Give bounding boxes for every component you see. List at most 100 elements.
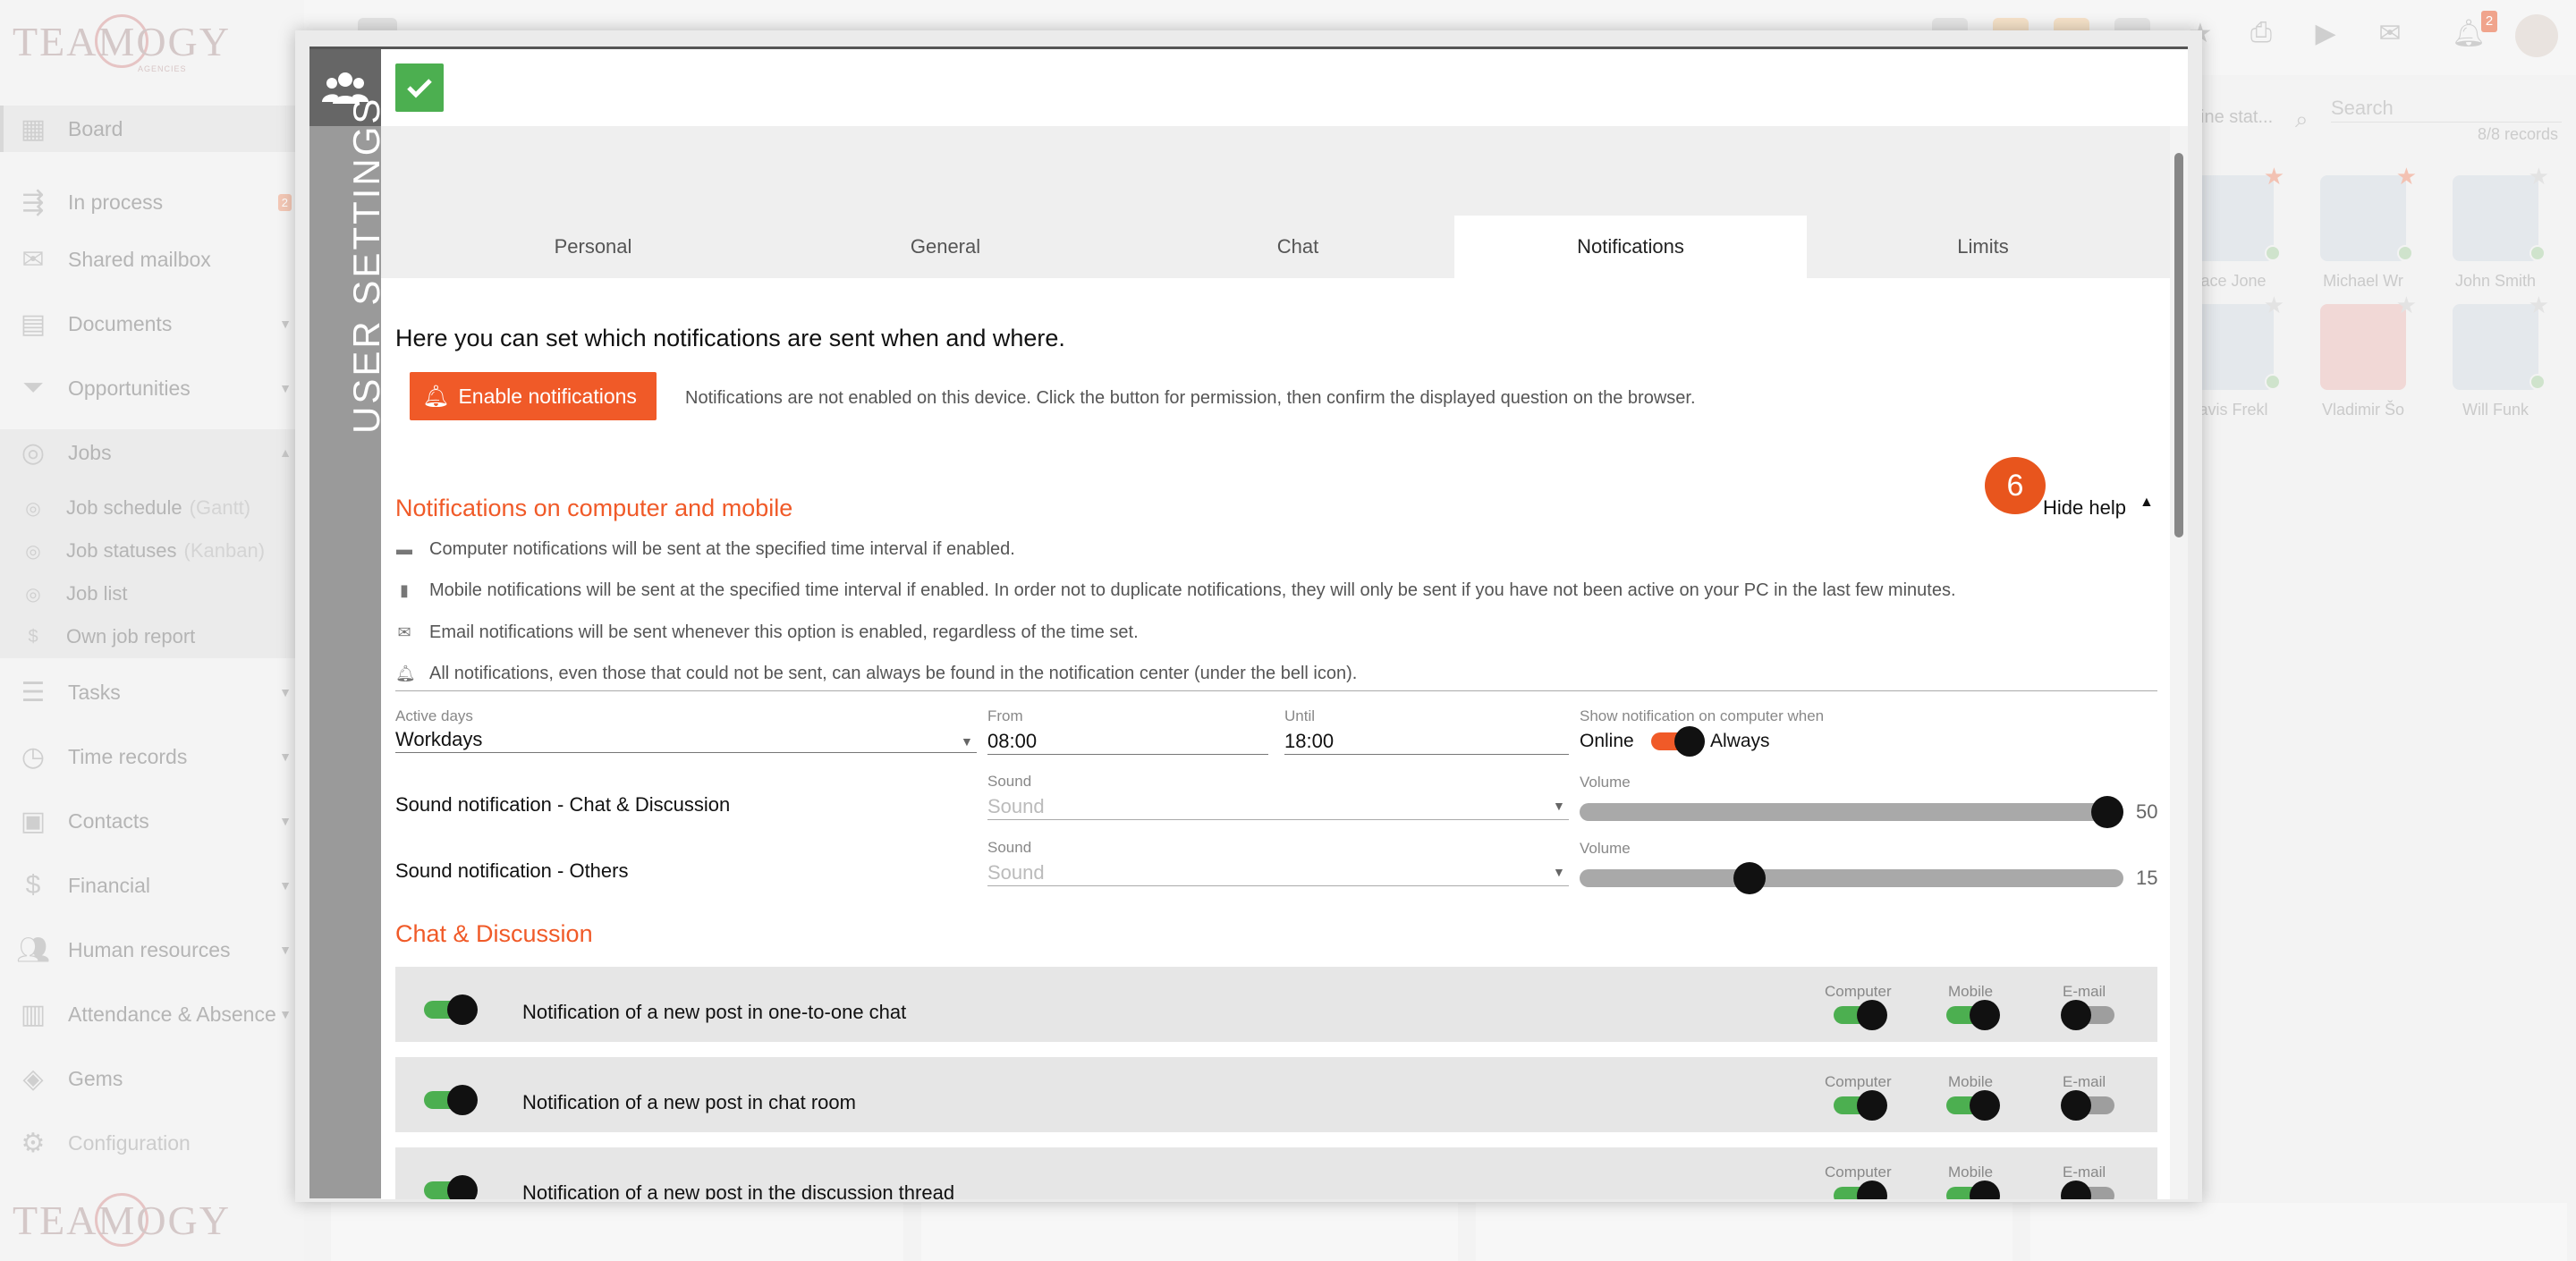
sidebar-item-own-job-report[interactable]: $ Own job report <box>0 614 304 660</box>
from-time-input[interactable]: 08:00 <box>987 730 1037 753</box>
volume-label: Volume <box>1580 774 1631 791</box>
sidebar-item-board[interactable]: ▦ Board <box>0 106 304 152</box>
avatar: ★ <box>2320 163 2417 261</box>
mobile-icon: ▮ <box>400 581 409 599</box>
mobile-column-label: Mobile <box>1948 1073 1994 1090</box>
chevron-down-icon: ▼ <box>279 317 292 331</box>
sidebar-item-shared-mailbox[interactable]: ✉ Shared mailbox <box>0 236 304 283</box>
sidebar-item-job-schedule[interactable]: ◎ Job schedule (Gantt) <box>0 485 304 531</box>
sound-chat-select[interactable]: Sound <box>987 795 1045 818</box>
scrollbar-thumb[interactable] <box>2174 153 2183 537</box>
tab-chat[interactable]: Chat <box>1122 216 1474 278</box>
count-badge: 2 <box>277 193 292 211</box>
contacts-icon: ▣ <box>20 806 47 836</box>
sidebar-item-job-list[interactable]: ◎ Job list <box>0 571 304 617</box>
hide-help-button[interactable]: Hide help <box>2043 496 2126 520</box>
save-button[interactable] <box>395 63 444 112</box>
status-filter[interactable]: ine stat... <box>2200 107 2273 128</box>
sidebar-item-job-statuses[interactable]: ◎ Job statuses (Kanban) <box>0 528 304 574</box>
show-when-toggle[interactable] <box>1651 726 1705 757</box>
chevron-down-icon: ▼ <box>279 814 292 828</box>
tab-notifications[interactable]: Notifications <box>1454 216 1807 278</box>
sidebar-item-opportunities[interactable]: ⏷ Opportunities ▼ <box>0 365 304 411</box>
modal-side-title: USER SETTINGS <box>345 96 387 434</box>
star-icon: ★ <box>2395 292 2417 318</box>
help-line: ▬ Computer notifications will be sent at… <box>396 539 1015 559</box>
gem-icon: ◈ <box>22 1063 44 1094</box>
caret-up-icon[interactable]: ▲ <box>2140 495 2154 511</box>
chevron-down-icon[interactable]: ▼ <box>1553 799 1565 813</box>
sound-others-label: Sound notification - Others <box>395 859 629 882</box>
from-label: From <box>987 707 1023 724</box>
computer-column-label: Computer <box>1825 1164 1892 1181</box>
sidebar-item-time-records[interactable]: ◷ Time records ▼ <box>0 733 304 780</box>
mobile-toggle[interactable] <box>1946 1181 2000 1199</box>
chat-notification-row: Notification of a new post in one-to-one… <box>395 967 2157 1042</box>
team-member-card[interactable]: ★ Vladimir Šo <box>2320 292 2417 419</box>
grid-icon: ▦ <box>20 114 47 144</box>
team-member-card[interactable]: ★ Will Funk <box>2453 292 2549 419</box>
sidebar-item-attendance[interactable]: ▥ Attendance & Absence ▼ <box>0 991 304 1037</box>
video-icon[interactable]: ▶ <box>2308 18 2343 54</box>
mobile-toggle[interactable] <box>1946 1090 2000 1121</box>
sound-others-select[interactable]: Sound <box>987 861 1045 884</box>
enable-notifications-button[interactable]: 🔔︎ Enable notifications <box>410 372 657 420</box>
active-days-select[interactable]: Workdays <box>395 728 482 751</box>
inbox-icon[interactable]: ⎙ <box>2243 18 2279 54</box>
computer-toggle[interactable] <box>1834 1000 1887 1030</box>
volume-others-slider[interactable] <box>1580 869 2123 887</box>
target-small-icon: ◎ <box>25 584 41 605</box>
modal-scrollbar[interactable] <box>2170 126 2188 1199</box>
star-icon: ★ <box>2263 292 2284 318</box>
chat-icon[interactable]: ✉ <box>2372 18 2408 54</box>
field-underline <box>987 819 1569 820</box>
sidebar-item-gems[interactable]: ◈ Gems <box>0 1055 304 1102</box>
email-toggle[interactable] <box>2061 1090 2114 1121</box>
mobile-toggle[interactable] <box>1946 1000 2000 1030</box>
tab-personal[interactable]: Personal <box>417 216 769 278</box>
row-enable-toggle[interactable] <box>424 994 478 1025</box>
search-input[interactable]: Search <box>2331 97 2394 120</box>
row-enable-toggle[interactable] <box>424 1085 478 1115</box>
search-underline <box>2331 122 2562 123</box>
show-when-online-label: Online <box>1580 731 1634 751</box>
document-icon: ▤ <box>20 309 47 339</box>
field-underline <box>395 752 977 753</box>
target-small-icon: ◎ <box>25 541 41 562</box>
avatar: ★ <box>2453 163 2549 261</box>
avatar[interactable] <box>2515 14 2558 57</box>
computer-toggle[interactable] <box>1834 1181 1887 1199</box>
sidebar-item-contacts[interactable]: ▣ Contacts ▼ <box>0 798 304 844</box>
field-underline <box>987 885 1569 886</box>
sidebar-item-in-process[interactable]: ⇶ In process 2 <box>0 179 304 225</box>
monitor-icon: ▬ <box>396 540 412 558</box>
team-member-card[interactable]: ★ Michael Wr <box>2320 163 2417 291</box>
sidebar-item-jobs[interactable]: ◎ Jobs ▲ <box>0 429 304 476</box>
volume-others-slider-knob[interactable] <box>1733 862 1766 894</box>
sound-label: Sound <box>987 839 1032 856</box>
sidebar-item-financial[interactable]: $ Financial ▼ <box>0 862 304 909</box>
row-enable-toggle[interactable] <box>424 1175 478 1199</box>
volume-chat-slider[interactable] <box>1580 803 2123 821</box>
sidebar-item-documents[interactable]: ▤ Documents ▼ <box>0 300 304 347</box>
field-underline <box>1284 754 1569 755</box>
sidebar-item-human-resources[interactable]: 👥︎ Human resources ▼ <box>0 927 304 973</box>
email-toggle[interactable] <box>2061 1181 2114 1199</box>
show-when-label: Show notification on computer when <box>1580 707 1825 724</box>
chevron-down-icon[interactable]: ▼ <box>961 734 973 749</box>
until-time-input[interactable]: 18:00 <box>1284 730 1334 753</box>
computer-toggle[interactable] <box>1834 1090 1887 1121</box>
chevron-down-icon: ▼ <box>279 381 292 395</box>
email-toggle[interactable] <box>2061 1000 2114 1030</box>
sidebar-item-configuration[interactable]: ⚙ Configuration <box>0 1120 304 1166</box>
chevron-down-icon[interactable]: ▼ <box>1553 865 1565 879</box>
building-icon: ▥ <box>20 999 47 1029</box>
computer-column-label: Computer <box>1825 1073 1892 1090</box>
volume-chat-slider-knob[interactable] <box>2091 796 2123 828</box>
target-small-icon: ◎ <box>25 498 41 519</box>
team-member-card[interactable]: ★ John Smith <box>2453 163 2549 291</box>
tab-general[interactable]: General <box>769 216 1122 278</box>
sidebar-item-tasks[interactable]: ☰ Tasks ▼ <box>0 669 304 715</box>
show-when-always-label: Always <box>1710 731 1770 751</box>
tab-limits[interactable]: Limits <box>1807 216 2159 278</box>
